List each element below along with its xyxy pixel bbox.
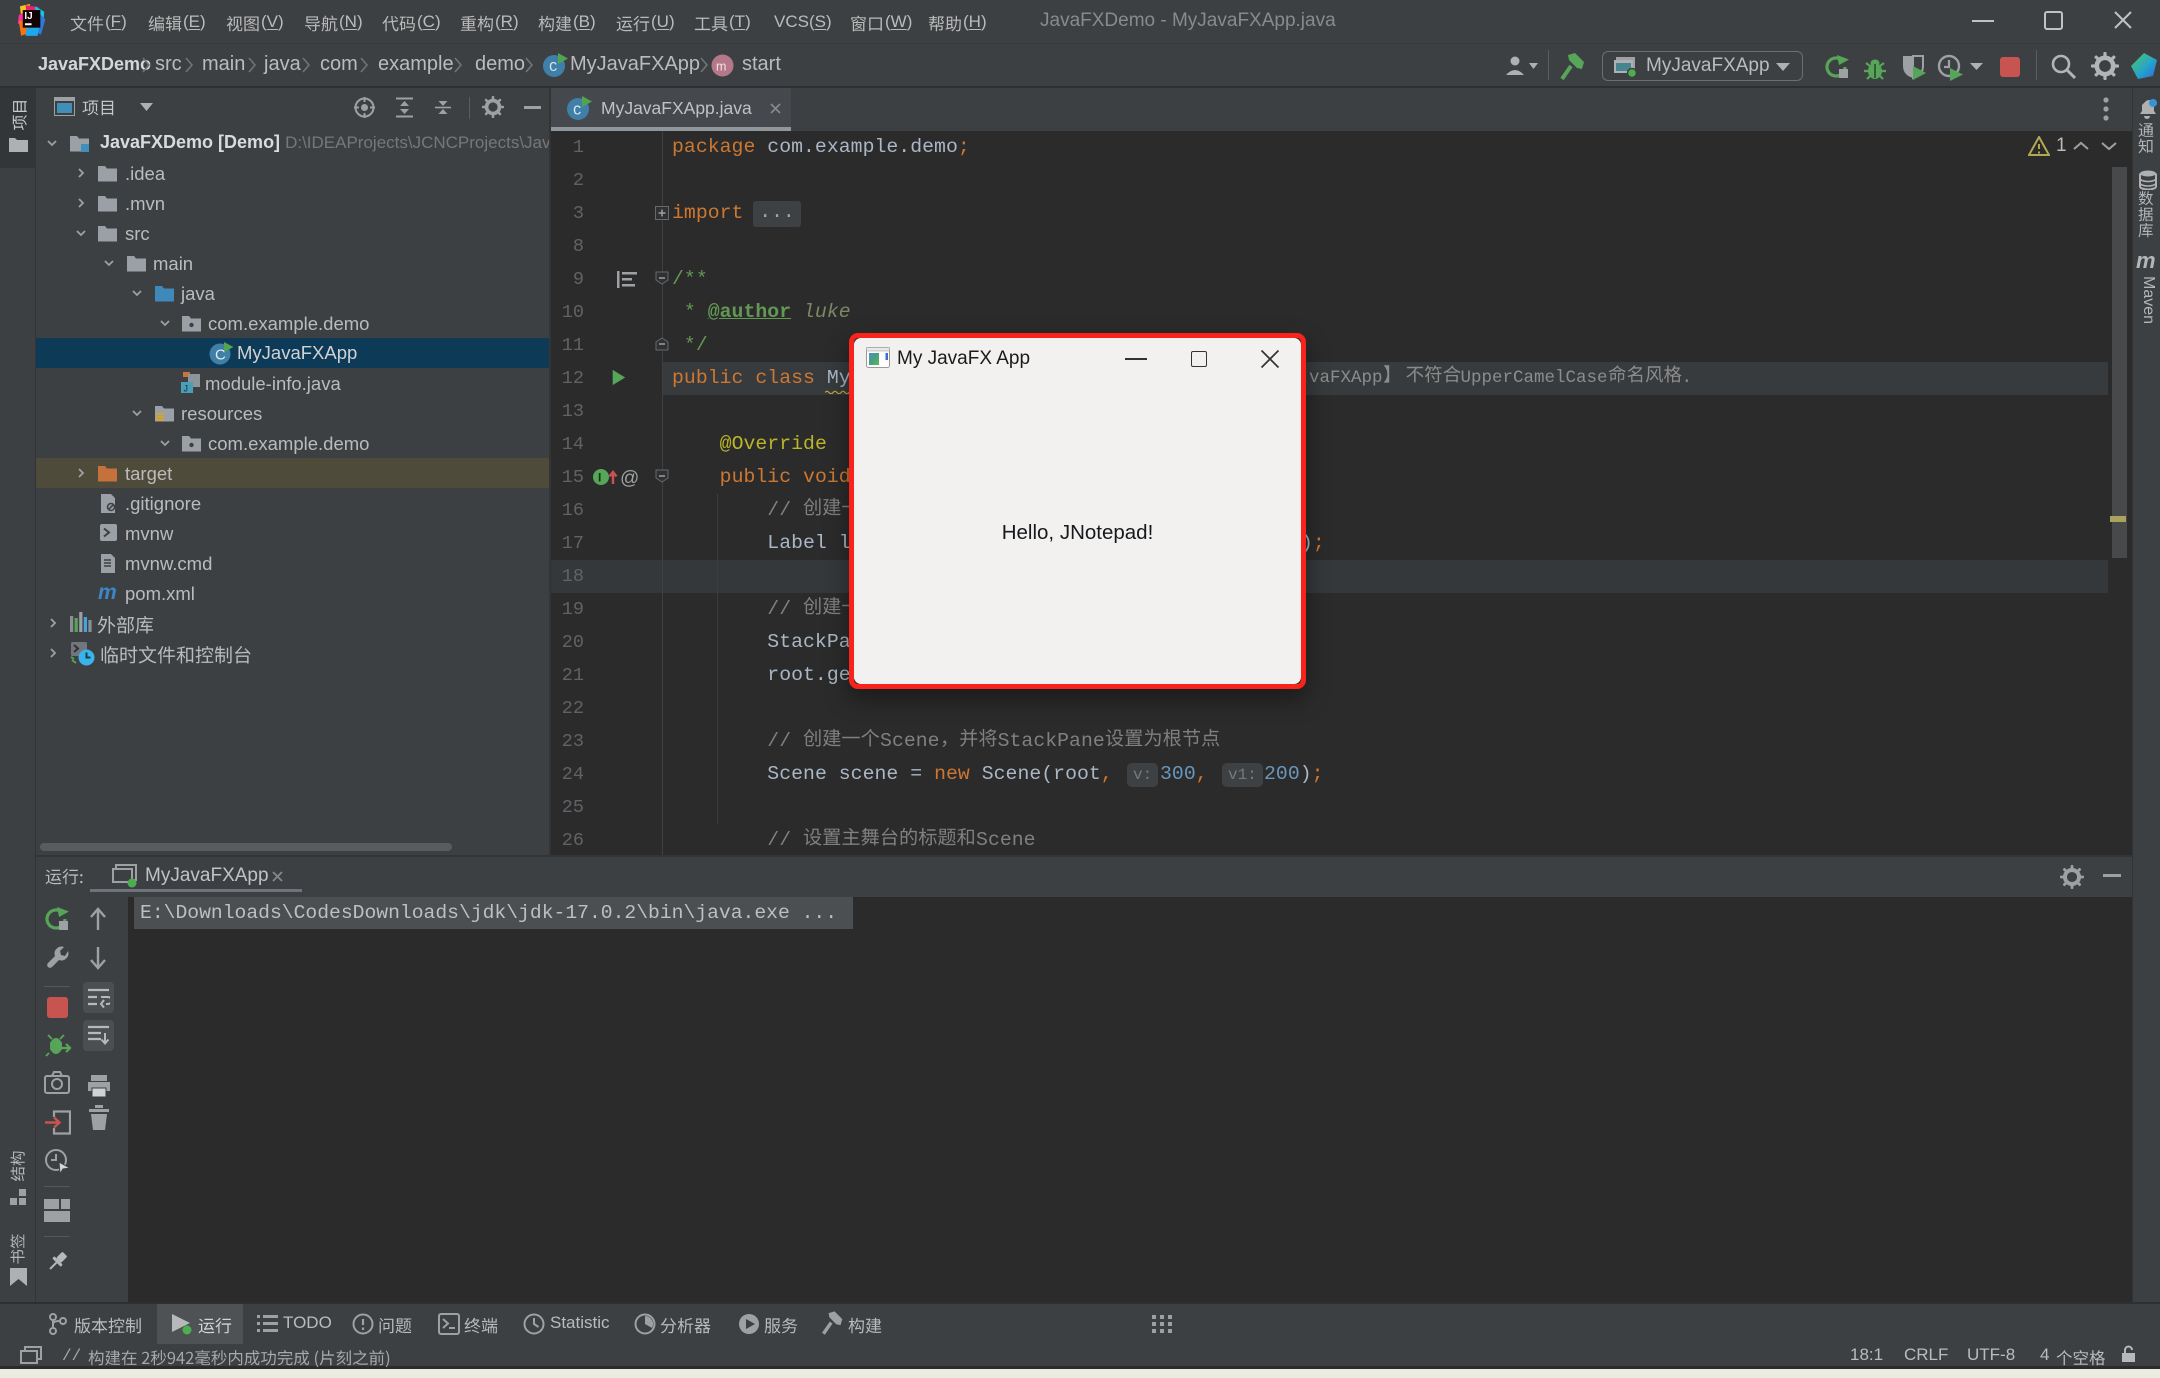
svg-text:J: J — [184, 384, 189, 394]
svg-text:m: m — [716, 60, 726, 74]
svg-text:C: C — [573, 104, 581, 120]
svg-text:@: @ — [620, 468, 638, 489]
svg-text:C: C — [549, 60, 557, 76]
svg-text:IJ: IJ — [24, 11, 32, 22]
svg-text:I: I — [598, 471, 601, 485]
